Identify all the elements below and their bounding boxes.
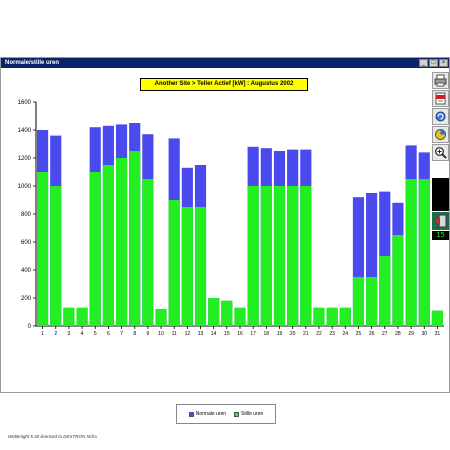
chart-toolbar: 15 (432, 72, 450, 240)
chart-plot: 020040060080010001200140016001 2 3 4 5 6 7 8 9 10… (18, 100, 444, 337)
bar-stille (89, 172, 101, 326)
refresh-icon (435, 111, 446, 122)
bar-stille (142, 179, 154, 326)
bar-stille (247, 186, 259, 326)
chart-title: Another Site > Teller Actief [kW] : Augu… (140, 78, 308, 91)
x-tick-label: 4 (81, 331, 84, 337)
bar-stille (208, 298, 220, 326)
x-tick-label: 18 (264, 331, 270, 337)
x-tick-label: 8 (133, 331, 136, 337)
x-tick-label: 3 (68, 331, 71, 337)
pdf-button[interactable] (432, 90, 449, 107)
bar-stille (366, 277, 378, 326)
x-tick-label: 11 (172, 331, 177, 337)
x-tick-label: 16 (237, 331, 243, 337)
bar-stille (194, 207, 207, 326)
x-tick-label: 13 (198, 331, 204, 337)
y-tick-label: 1200 (18, 156, 32, 162)
x-tick-label: 17 (250, 331, 256, 337)
bar-stille (37, 172, 49, 326)
printer-icon (434, 74, 447, 87)
bar-stille (155, 309, 167, 326)
x-tick-label: 27 (382, 331, 388, 337)
legend-label-stille: Stille uren (241, 411, 264, 417)
x-tick-label: 30 (421, 331, 427, 337)
license-footer: Webknight 5.30 licenced to DEXTRON Imfra (8, 434, 97, 439)
y-tick-label: 1000 (18, 184, 32, 190)
refresh-button[interactable] (432, 108, 449, 125)
exit-icon (435, 214, 447, 228)
bar-stille (115, 158, 128, 326)
bar-stille (392, 235, 404, 326)
bar-stille (405, 179, 417, 326)
toolbar-panel (432, 178, 449, 211)
bar-stille (102, 165, 114, 326)
bar-stille (352, 277, 365, 326)
legend-label-normale: Normale uren (195, 411, 227, 417)
x-tick-label: 12 (185, 331, 191, 337)
x-tick-label: 19 (277, 331, 283, 337)
x-tick-label: 15 (224, 331, 230, 337)
bar-stille (326, 307, 338, 326)
pie-icon (435, 129, 446, 140)
bar-stille (234, 307, 246, 326)
y-tick-label: 400 (21, 268, 32, 274)
bar-stille (50, 186, 62, 326)
y-tick-label: 800 (21, 212, 32, 218)
bar-stille (260, 186, 272, 326)
y-tick-label: 1400 (18, 128, 32, 134)
x-tick-label: 21 (303, 331, 309, 337)
legend-swatch-normale (188, 411, 194, 417)
y-tick-label: 1600 (18, 100, 32, 106)
x-tick-label: 9 (146, 331, 149, 337)
y-tick-label: 0 (28, 324, 32, 330)
bar-stille (418, 179, 430, 326)
x-tick-label: 29 (408, 331, 414, 337)
exit-button[interactable] (432, 212, 449, 230)
bar-stille (181, 207, 193, 326)
chart-type-button[interactable] (432, 126, 449, 143)
x-tick-label: 7 (120, 331, 123, 337)
bar-stille (339, 307, 351, 326)
x-tick-label: 22 (316, 331, 322, 337)
bar-stille (287, 186, 299, 326)
legend-item-stille: Stille uren (234, 411, 263, 417)
bar-stille (431, 310, 443, 326)
bar-stille (63, 307, 75, 326)
chart-legend: Normale uren Stille uren (176, 404, 276, 424)
legend-item-normale: Normale uren (188, 411, 227, 417)
x-tick-label: 24 (343, 331, 349, 337)
bar-stille (221, 300, 233, 326)
x-tick-label: 26 (369, 331, 375, 337)
y-tick-label: 600 (21, 240, 32, 246)
chart-window: Normale/stille uren _ □ × 0 200 400 600 800 1… (0, 57, 450, 439)
zoom-icon (435, 147, 447, 159)
x-tick-label: 10 (158, 331, 164, 337)
counter-display: 15 (432, 231, 449, 240)
x-tick-label: 20 (290, 331, 296, 337)
x-tick-label: 2 (54, 331, 57, 337)
x-tick-label: 23 (329, 331, 335, 337)
x-tick-label: 6 (107, 331, 110, 337)
x-tick-label: 31 (435, 331, 441, 337)
bar-stille (379, 256, 391, 326)
legend-swatch-stille (234, 411, 240, 417)
x-tick-label: 28 (395, 331, 401, 337)
bar-stille (273, 186, 286, 326)
bar-stille (76, 307, 88, 326)
x-tick-label: 5 (94, 331, 97, 337)
bar-stille (168, 200, 180, 326)
bar-stille (129, 151, 141, 326)
x-tick-label: 14 (211, 331, 217, 337)
pdf-icon (435, 92, 446, 105)
print-button[interactable] (432, 72, 449, 89)
bar-stille (300, 186, 312, 326)
zoom-button[interactable] (432, 144, 449, 161)
bar-stille (313, 307, 325, 326)
y-tick-label: 200 (21, 296, 32, 302)
x-tick-label: 25 (356, 331, 362, 337)
x-tick-label: 1 (41, 331, 44, 337)
